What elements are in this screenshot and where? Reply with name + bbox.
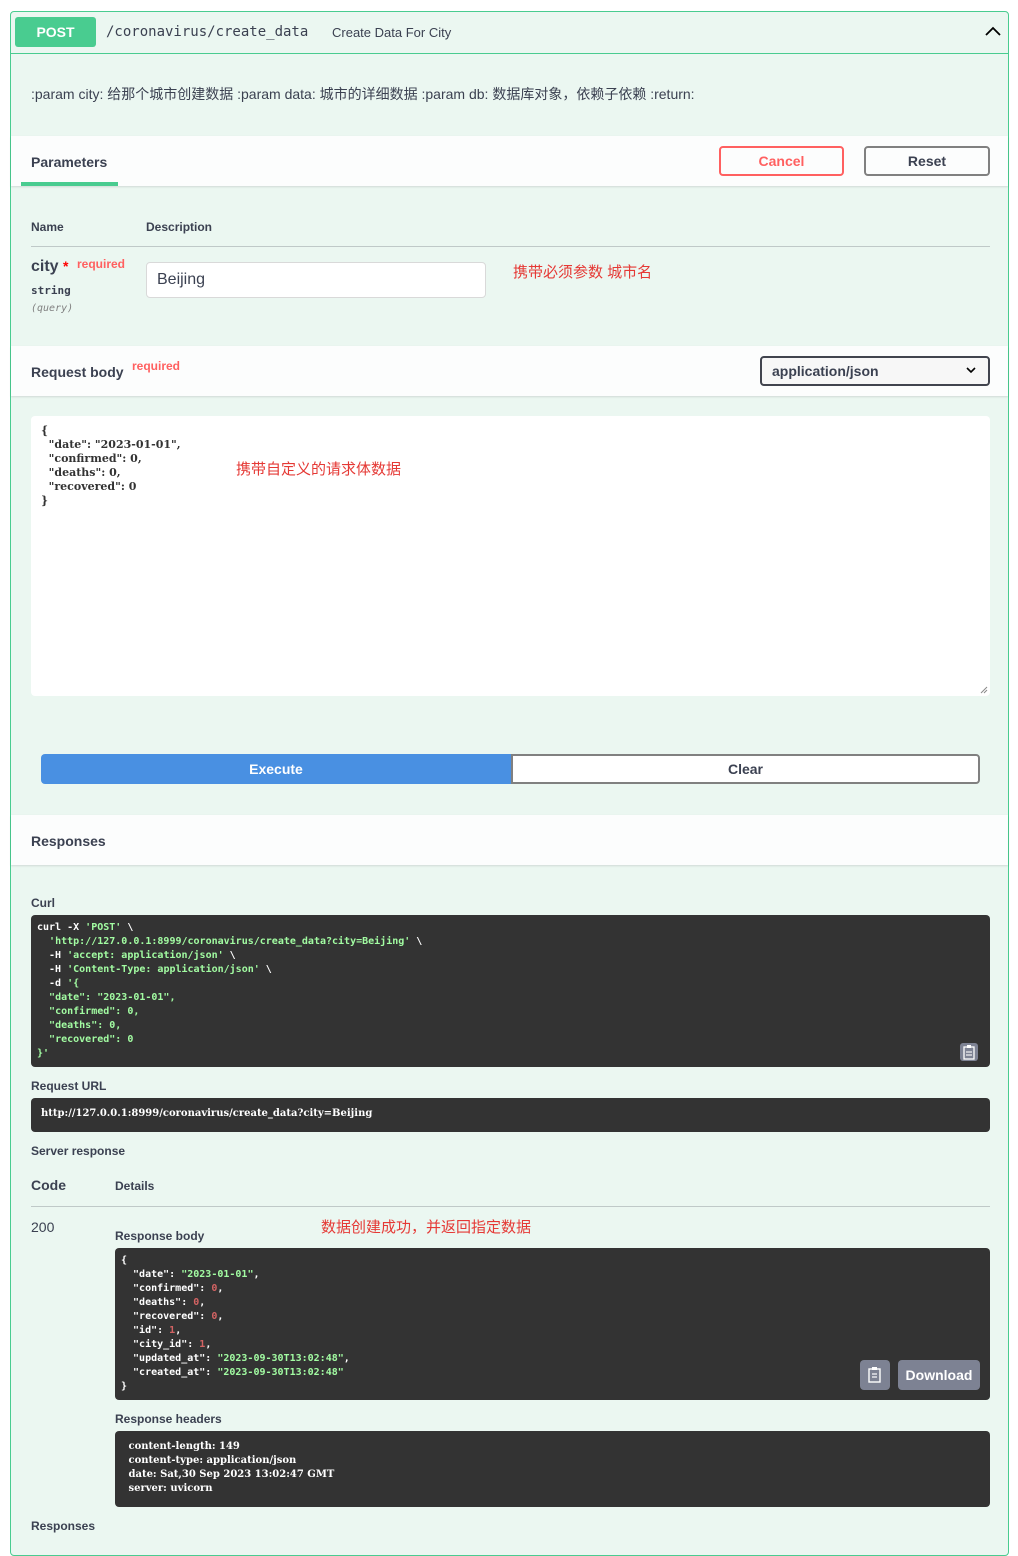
response-body-line: "recovered": 0, — [121, 1311, 224, 1322]
city-input[interactable] — [146, 262, 486, 298]
responses-header: Responses — [11, 815, 1008, 865]
param-name-text: city — [31, 258, 59, 275]
operation-description: :param city: 给那个城市创建数据 :param data: 城市的详… — [31, 86, 695, 102]
divider — [31, 1206, 990, 1207]
execute-wrapper: Execute Clear — [41, 754, 980, 784]
body-line: "recovered": 0 — [41, 480, 137, 493]
method-badge: POST — [15, 17, 96, 47]
body-line: { — [41, 424, 49, 437]
server-response-label: Server response — [31, 1144, 126, 1158]
curl-label: Curl — [31, 896, 55, 910]
body-line: } — [41, 494, 49, 507]
param-name: city * — [31, 258, 68, 276]
curl-line: "date": "2023-01-01", — [49, 992, 176, 1003]
curl-line: 'http://127.0.0.1:8999/coronavirus/creat… — [49, 936, 423, 947]
header-line: date: Sat,30 Sep 2023 13:02:47 GMT — [125, 1469, 335, 1480]
operation-path: /coronavirus/create_data — [106, 24, 309, 40]
request-body-header: Request body required application/json — [11, 346, 1008, 396]
responses-title: Responses — [31, 833, 106, 849]
response-body-line: "city_id": 1, — [121, 1339, 212, 1350]
header-line: content-length: 149 — [125, 1441, 240, 1452]
response-body-line: } — [121, 1381, 128, 1392]
response-headers-block: content-length: 149 content-type: applic… — [115, 1431, 990, 1507]
curl-block: curl -X 'POST' \ 'http://127.0.0.1:8999/… — [31, 915, 990, 1067]
column-header-name: Name — [31, 220, 64, 234]
response-code: 200 — [31, 1219, 55, 1235]
curl-line: "confirmed": 0, — [49, 1006, 140, 1017]
copy-response-button[interactable] — [860, 1360, 890, 1390]
body-line: "date": "2023-01-01", — [41, 438, 181, 451]
tab-underline — [21, 182, 118, 186]
response-body-line: "id": 1, — [121, 1325, 182, 1336]
response-body-line: "updated_at": "2023-09-30T13:02:48", — [121, 1353, 350, 1364]
parameters-header: Parameters Cancel Reset — [11, 136, 1008, 186]
curl-line: "recovered": 0 — [49, 1034, 134, 1045]
request-body-title: Request body — [31, 364, 124, 380]
response-body-block: Download { "date": "2023-01-01", "confir… — [115, 1248, 990, 1400]
clipboard-icon[interactable] — [959, 1042, 979, 1062]
curl-line: }' — [37, 1048, 50, 1059]
cancel-button[interactable]: Cancel — [719, 146, 844, 176]
clear-button[interactable]: Clear — [511, 754, 980, 784]
chevron-down-icon — [966, 367, 976, 374]
curl-line: -H 'Content-Type: application/json' \ — [37, 964, 272, 975]
annotation-response-note: 数据创建成功，并返回指定数据 — [321, 1219, 532, 1236]
response-body-line: "created_at": "2023-09-30T13:02:48" — [121, 1367, 344, 1378]
curl-line: -d '{ — [37, 978, 80, 989]
execute-button[interactable]: Execute — [41, 754, 511, 784]
column-header-description: Description — [146, 220, 213, 234]
annotation-body-note: 携带自定义的请求体数据 — [236, 461, 402, 478]
responses-bottom-label: Responses — [31, 1519, 96, 1533]
content-type-select[interactable]: application/json — [760, 356, 990, 386]
curl-line: -H 'accept: application/json' \ — [37, 950, 236, 961]
response-body-line: { — [121, 1255, 128, 1266]
column-header-code: Code — [31, 1177, 66, 1193]
tab-parameters[interactable]: Parameters — [31, 154, 107, 170]
param-location: (query) — [31, 303, 74, 314]
response-body-line: "date": "2023-01-01", — [121, 1269, 260, 1280]
operation-block: POST /coronavirus/create_data Create Dat… — [10, 11, 1009, 1556]
response-body-line: "confirmed": 0, — [121, 1283, 224, 1294]
reset-button[interactable]: Reset — [864, 146, 990, 176]
param-type: string — [31, 284, 71, 297]
operation-summary-description: Create Data For City — [332, 25, 452, 40]
response-body-label: Response body — [115, 1229, 205, 1243]
header-line: content-type: application/json — [125, 1455, 297, 1466]
curl-line: curl -X 'POST' \ — [37, 922, 134, 933]
param-required-label: required — [77, 257, 126, 271]
header-line: server: uvicorn — [125, 1483, 213, 1494]
content-type-value: application/json — [772, 363, 879, 379]
required-star: * — [63, 258, 69, 274]
curl-line: "deaths": 0, — [49, 1020, 122, 1031]
body-line: "confirmed": 0, — [41, 452, 142, 465]
request-body-required-label: required — [132, 359, 181, 373]
response-body-line: "deaths": 0, — [121, 1297, 206, 1308]
resize-handle-icon[interactable] — [980, 686, 988, 694]
annotation-param-note: 携带必须参数 城市名 — [513, 264, 653, 281]
clipboard-icon — [868, 1367, 881, 1383]
request-body-editor[interactable]: { "date": "2023-01-01", "confirmed": 0, … — [31, 416, 990, 696]
body-line: "deaths": 0, — [41, 466, 121, 479]
request-url-text: http://127.0.0.1:8999/coronavirus/create… — [41, 1108, 373, 1119]
divider — [31, 246, 990, 247]
download-button[interactable]: Download — [898, 1360, 980, 1390]
operation-summary[interactable]: POST /coronavirus/create_data Create Dat… — [11, 12, 1008, 54]
request-url-label: Request URL — [31, 1079, 107, 1093]
chevron-up-icon[interactable] — [984, 24, 1002, 38]
column-header-details: Details — [115, 1179, 155, 1193]
request-url-block: http://127.0.0.1:8999/coronavirus/create… — [31, 1098, 990, 1132]
response-headers-label: Response headers — [115, 1412, 222, 1426]
